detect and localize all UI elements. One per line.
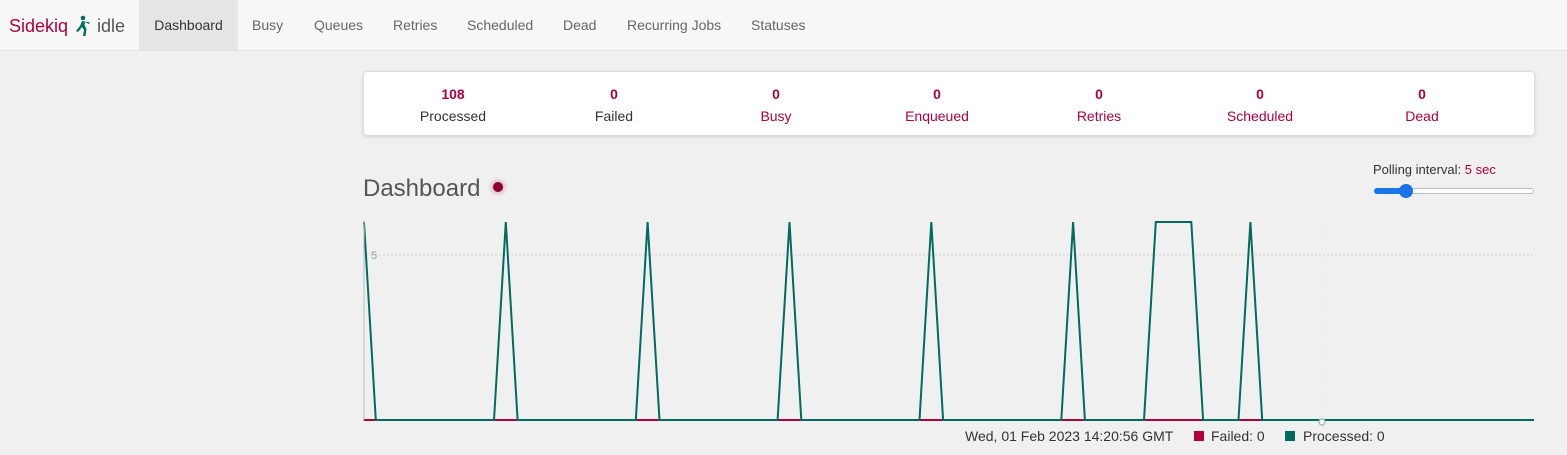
stat-retries-link[interactable]: Retries [1029,108,1169,124]
legend-processed: Processed: 0 [1303,428,1385,444]
live-beacon-icon [493,182,503,192]
polling-interval-label: Polling interval: 5 sec [1373,162,1496,177]
stat-enqueued[interactable]: 0 Enqueued [867,86,1007,124]
tab-dead[interactable]: Dead [563,0,596,50]
stat-scheduled-link[interactable]: Scheduled [1190,108,1330,124]
y-tick-label-0: 5 [371,250,377,262]
stat-busy-link[interactable]: Busy [706,108,846,124]
sidekiq-kicker-icon [75,15,91,37]
legend-failed: Failed: 0 [1211,428,1265,444]
stat-enqueued-count[interactable]: 0 [867,86,1007,104]
stat-dead[interactable]: 0 Dead [1352,86,1492,124]
realtime-chart: 5 [363,218,1534,426]
stat-enqueued-link[interactable]: Enqueued [867,108,1007,124]
tab-statuses[interactable]: Statuses [751,0,805,50]
process-status: idle [97,15,126,36]
hover-point [1318,418,1326,426]
brand[interactable]: Sidekiq idle [9,13,125,39]
stat-busy-count[interactable]: 0 [706,86,846,104]
tab-dashboard[interactable]: Dashboard [139,0,238,50]
polling-interval-text: Polling interval: [1373,162,1462,177]
stat-retries-count[interactable]: 0 [1029,86,1169,104]
tab-retries[interactable]: Retries [393,0,437,50]
tab-busy[interactable]: Busy [252,0,283,50]
stat-failed: 0 Failed [544,86,684,124]
top-navbar: Sidekiq idle Dashboard Busy Queues Retri… [0,0,1567,51]
polling-interval-value: 5 sec [1464,162,1496,177]
page-title: Dashboard [363,175,481,202]
stat-busy[interactable]: 0 Busy [706,86,846,124]
stat-dead-link[interactable]: Dead [1352,108,1492,124]
stat-processed: 108 Processed [383,86,523,124]
stat-dead-count[interactable]: 0 [1352,86,1492,104]
tab-queues[interactable]: Queues [314,0,363,50]
slider-thumb[interactable] [1399,184,1413,198]
stats-summary-bar: 108 Processed 0 Failed 0 Busy 0 Enqueued… [363,71,1535,136]
stat-retries[interactable]: 0 Retries [1029,86,1169,124]
polling-interval-slider[interactable] [1374,184,1534,198]
brand-name[interactable]: Sidekiq [9,16,68,37]
stat-failed-label: Failed [594,108,634,124]
tab-recurring-jobs[interactable]: Recurring Jobs [627,0,721,50]
legend-failed-swatch [1194,431,1204,441]
stat-scheduled[interactable]: 0 Scheduled [1190,86,1330,124]
series-line-processed [363,221,1534,421]
tab-scheduled[interactable]: Scheduled [467,0,533,50]
stat-processed-label: Processed [419,108,487,124]
hover-timestamp: Wed, 01 Feb 2023 14:20:56 GMT [965,428,1174,444]
legend-processed-swatch [1285,431,1295,441]
stat-processed-count: 108 [441,86,465,102]
stat-scheduled-count[interactable]: 0 [1190,86,1330,104]
stat-failed-count: 0 [610,86,618,102]
